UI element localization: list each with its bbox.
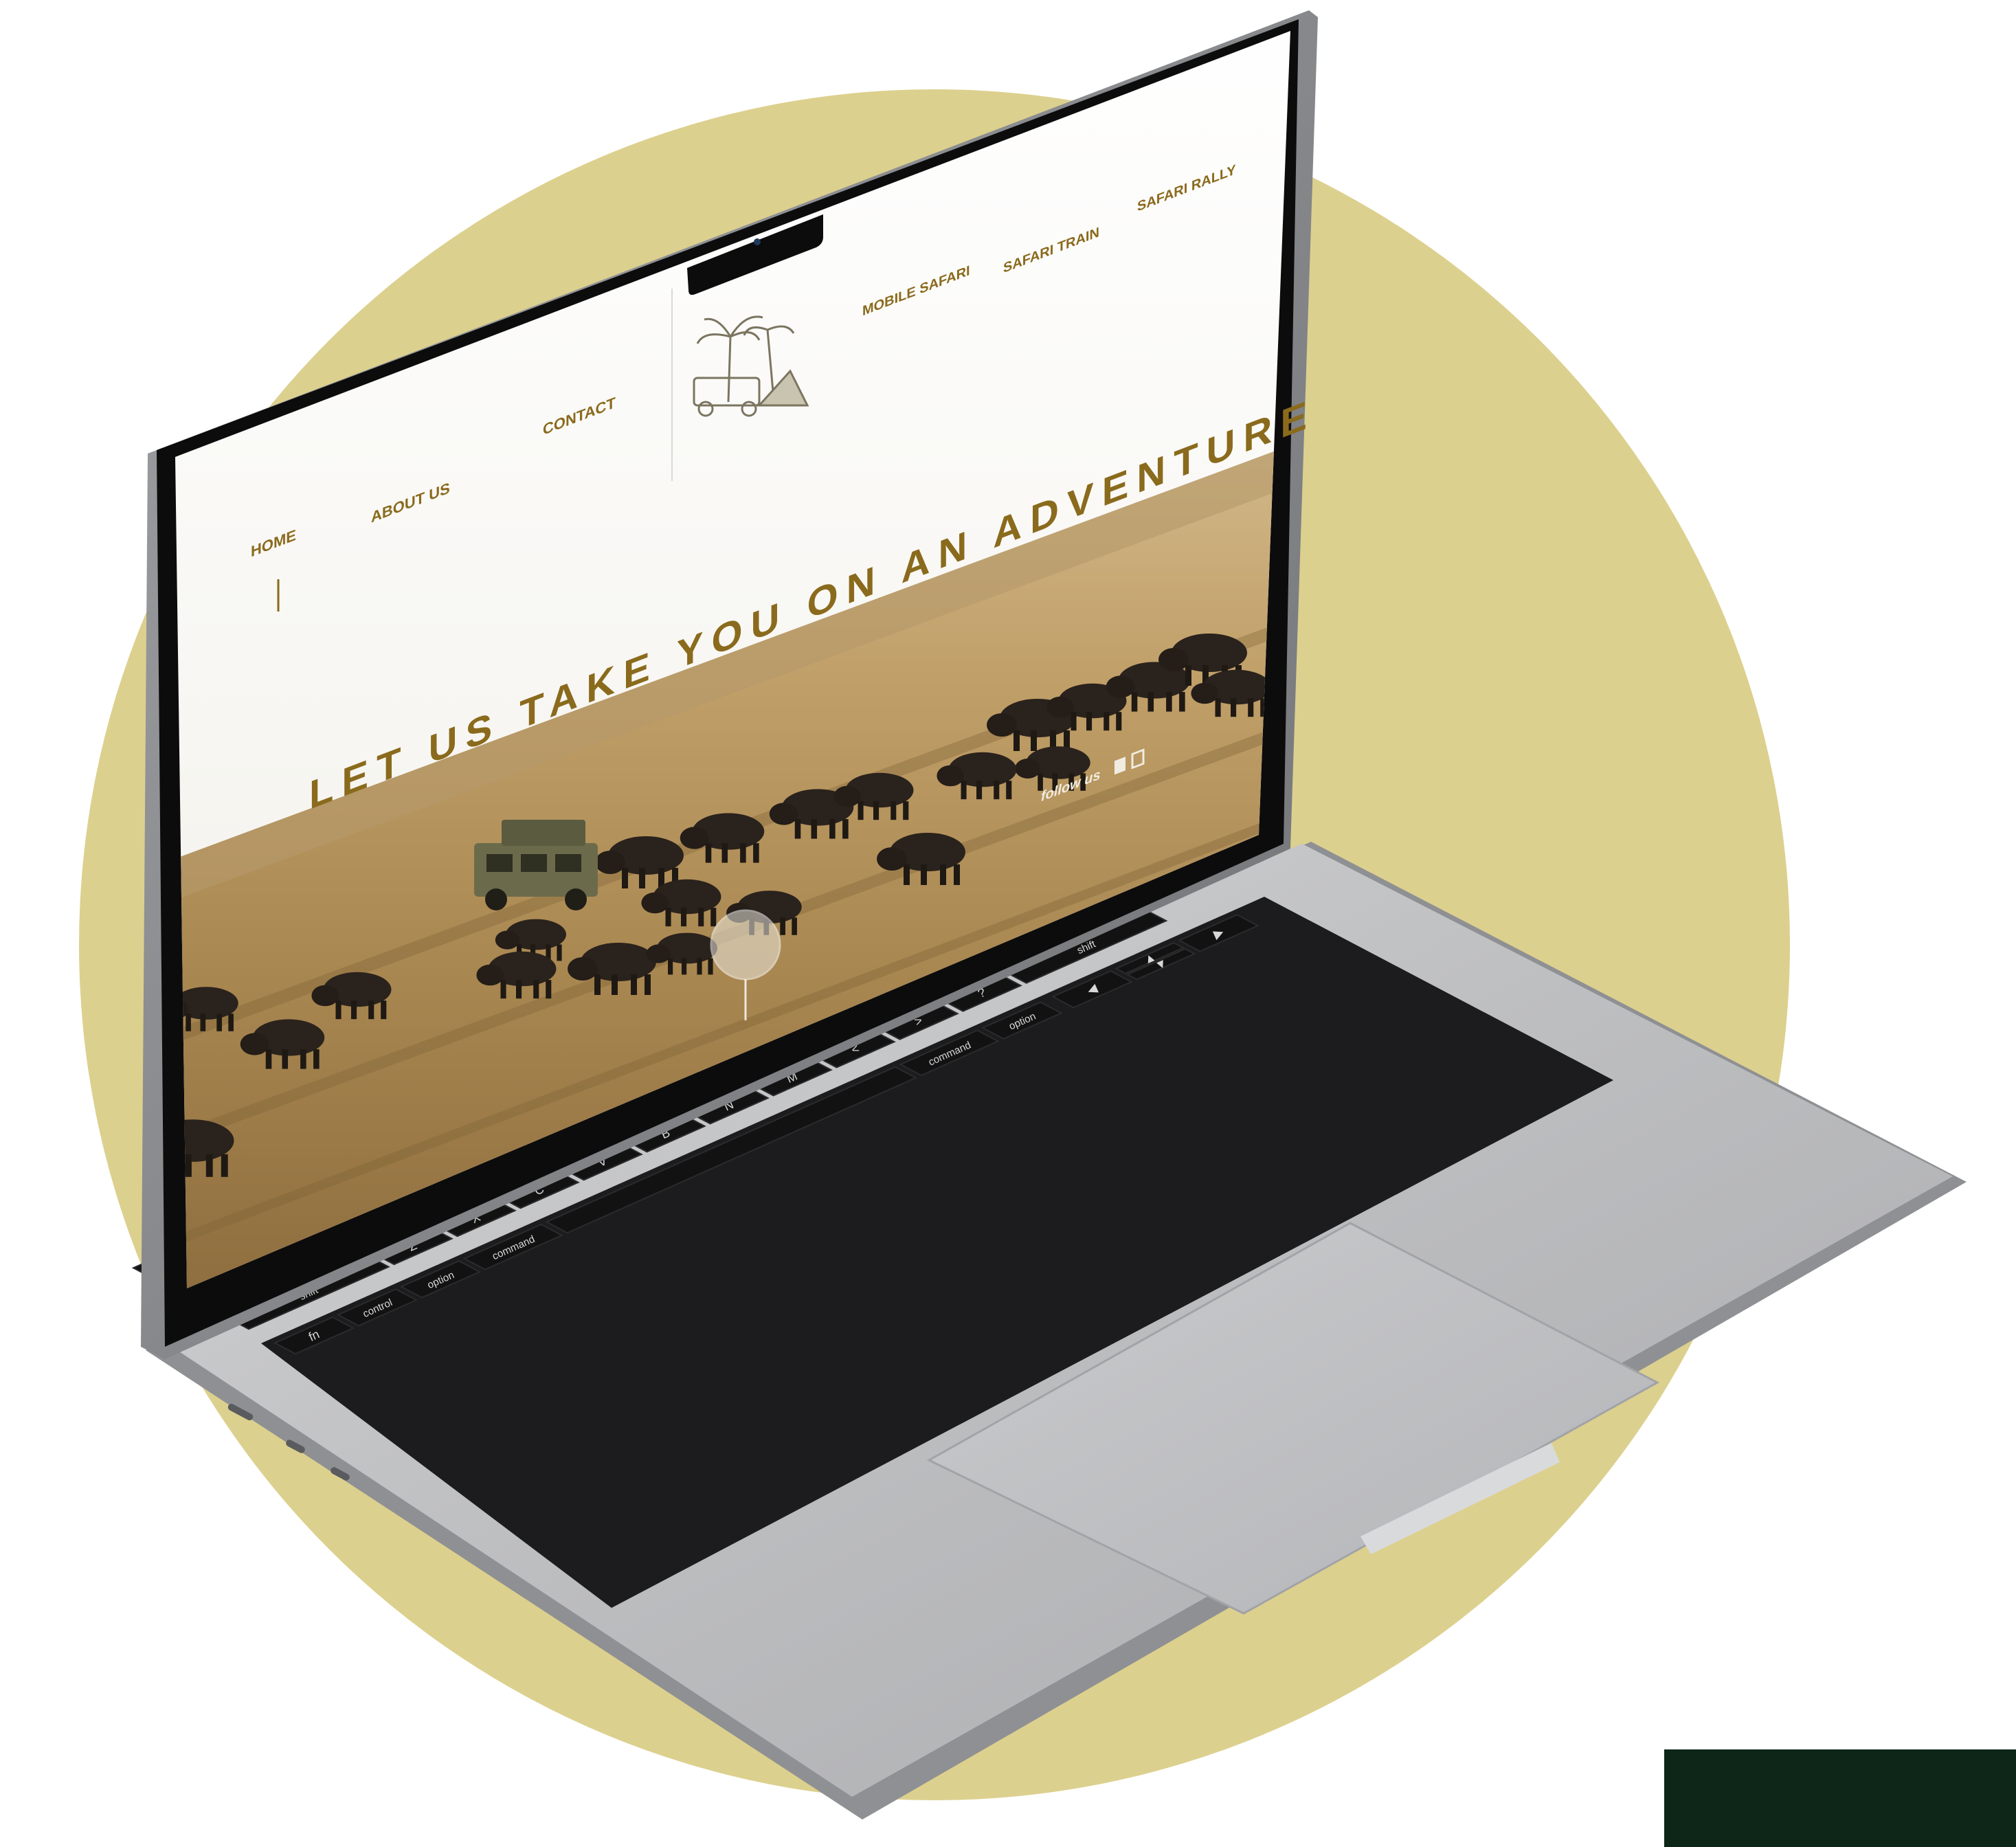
corner-block [1664,1749,2016,1847]
laptop-mockup-scene: escF1F2F3F4F5F6F7F8F9F10F11F12~123456789… [79,10,2016,1847]
camera-icon [754,238,761,245]
